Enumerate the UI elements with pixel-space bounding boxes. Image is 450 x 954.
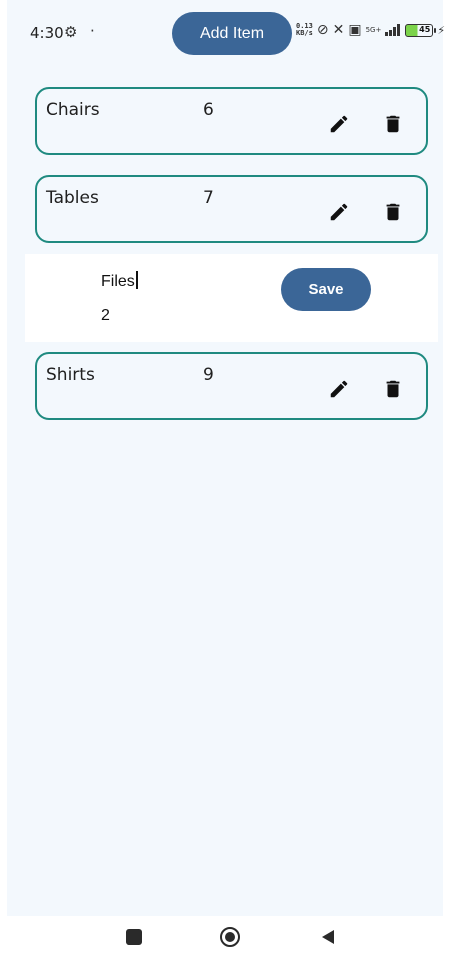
settings-gear-icon: ⚙ [64, 23, 78, 41]
delete-button[interactable] [380, 199, 406, 225]
item-quantity-value: 2 [101, 307, 110, 324]
edit-button[interactable] [326, 199, 352, 225]
back-button[interactable] [317, 926, 339, 948]
item-quantity-input[interactable]: 2 [101, 307, 221, 331]
edit-button[interactable] [326, 376, 352, 402]
item-name: Tables [46, 188, 99, 208]
edit-item-panel: Files 2 Save [25, 254, 438, 342]
text-cursor [135, 271, 138, 289]
circle-icon [220, 927, 240, 947]
sim-icon: ▣ [348, 22, 362, 38]
trash-icon [386, 115, 400, 133]
battery-icon: 45 [405, 23, 437, 37]
pencil-icon [330, 203, 348, 221]
square-icon [126, 929, 142, 945]
battery-level: 45 [419, 24, 431, 34]
pencil-icon [330, 380, 348, 398]
item-quantity: 9 [203, 365, 214, 385]
item-name-input[interactable]: Files [101, 271, 221, 295]
item-name: Shirts [46, 365, 95, 385]
mute-icon: ✕ [332, 22, 345, 38]
status-time: 4:30 [30, 24, 64, 42]
pencil-icon [330, 115, 348, 133]
item-card: Chairs 6 [35, 87, 428, 155]
network-type: 5G+ [365, 25, 382, 34]
trash-icon [386, 380, 400, 398]
delete-button[interactable] [380, 111, 406, 137]
system-nav-bar [0, 916, 450, 954]
edit-button[interactable] [326, 111, 352, 137]
item-card: Shirts 9 [35, 352, 428, 420]
network-speed: 0.13 KB/s [296, 22, 313, 37]
link-icon: ⊘ [316, 22, 329, 38]
delete-button[interactable] [380, 376, 406, 402]
item-name: Chairs [46, 100, 100, 120]
charging-icon: ⚡ [437, 23, 446, 37]
item-quantity: 6 [203, 100, 214, 120]
triangle-back-icon [322, 930, 334, 944]
signal-icon [385, 24, 401, 36]
home-button[interactable] [219, 926, 241, 948]
recents-button[interactable] [123, 926, 145, 948]
trash-icon [386, 203, 400, 221]
item-card: Tables 7 [35, 175, 428, 243]
item-quantity: 7 [203, 188, 214, 208]
add-item-button[interactable]: Add Item [172, 12, 292, 55]
save-button[interactable]: Save [281, 268, 371, 311]
item-name-value: Files [101, 273, 135, 290]
notification-dot-icon: · [90, 22, 95, 40]
status-icons: 0.13 KB/s ⊘ ✕ ▣ 5G+ 45 ⚡ [296, 22, 445, 38]
